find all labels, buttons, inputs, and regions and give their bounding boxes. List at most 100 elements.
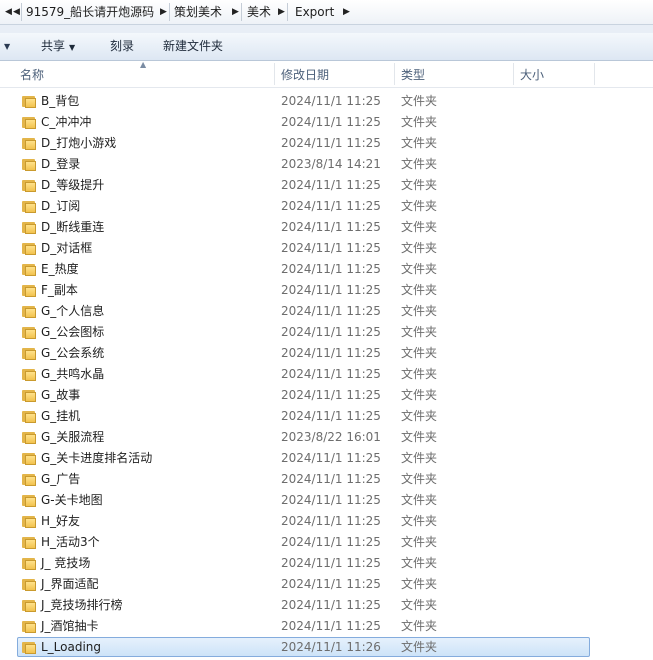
- folder-icon: [22, 599, 36, 612]
- file-modified-date: 2024/11/1 11:25: [281, 409, 381, 423]
- sort-ascending-icon: ▲: [140, 60, 147, 69]
- breadcrumb-item-art[interactable]: 美术: [247, 0, 271, 24]
- file-name: G_挂机: [41, 409, 81, 423]
- file-row[interactable]: H_活动3个 2024/11/1 11:25 文件夹: [0, 532, 653, 553]
- file-modified-date: 2024/11/1 11:25: [281, 367, 381, 381]
- breadcrumb-overflow-arrow-icon[interactable]: ◀: [5, 0, 12, 24]
- breadcrumb-chevron-icon[interactable]: ▶: [160, 0, 167, 24]
- file-type: 文件夹: [401, 493, 438, 507]
- file-name: G_故事: [41, 388, 81, 402]
- file-modified-date: 2024/11/1 11:25: [281, 598, 381, 612]
- file-row[interactable]: G_挂机 2024/11/1 11:25 文件夹: [0, 406, 653, 427]
- breadcrumb-chevron-icon[interactable]: ▶: [278, 0, 285, 24]
- column-header-name[interactable]: 名称: [20, 61, 44, 87]
- folder-icon: [22, 368, 36, 381]
- file-type: 文件夹: [401, 220, 438, 234]
- file-name: D_对话框: [41, 241, 93, 255]
- folder-icon: [22, 536, 36, 549]
- file-name: J_酒馆抽卡: [41, 619, 99, 633]
- breadcrumb-chevron-icon[interactable]: ▶: [232, 0, 239, 24]
- burn-button[interactable]: 刻录: [110, 33, 134, 60]
- column-divider[interactable]: [513, 63, 514, 85]
- column-header-size[interactable]: 大小: [520, 61, 544, 87]
- file-name: G_关服流程: [41, 430, 105, 444]
- file-type: 文件夹: [401, 94, 438, 108]
- file-row[interactable]: B_背包 2024/11/1 11:25 文件夹: [0, 91, 653, 112]
- file-row[interactable]: J_竞技场排行榜 2024/11/1 11:25 文件夹: [0, 595, 653, 616]
- file-row[interactable]: G_关服流程 2023/8/22 16:01 文件夹: [0, 427, 653, 448]
- file-row[interactable]: E_热度 2024/11/1 11:25 文件夹: [0, 259, 653, 280]
- column-divider[interactable]: [274, 63, 275, 85]
- file-modified-date: 2024/11/1 11:25: [281, 178, 381, 192]
- folder-icon: [22, 410, 36, 423]
- file-type: 文件夹: [401, 199, 438, 213]
- file-row[interactable]: D_对话框 2024/11/1 11:25 文件夹: [0, 238, 653, 259]
- file-row[interactable]: H_好友 2024/11/1 11:25 文件夹: [0, 511, 653, 532]
- breadcrumb-chevron-icon[interactable]: ▶: [343, 0, 350, 24]
- folder-icon: [22, 347, 36, 360]
- file-row[interactable]: G_公会图标 2024/11/1 11:25 文件夹: [0, 322, 653, 343]
- folder-icon: [22, 578, 36, 591]
- file-row[interactable]: J_ 竞技场 2024/11/1 11:25 文件夹: [0, 553, 653, 574]
- file-row[interactable]: D_订阅 2024/11/1 11:25 文件夹: [0, 196, 653, 217]
- folder-icon: [22, 305, 36, 318]
- file-row[interactable]: G-关卡地图 2024/11/1 11:25 文件夹: [0, 490, 653, 511]
- file-row[interactable]: G_广告 2024/11/1 11:25 文件夹: [0, 469, 653, 490]
- share-label: 共享: [41, 39, 66, 53]
- file-row[interactable]: L_Loading 2024/11/1 11:26 文件夹: [0, 637, 653, 658]
- file-modified-date: 2024/11/1 11:25: [281, 346, 381, 360]
- folder-icon: [22, 494, 36, 507]
- file-modified-date: 2024/11/1 11:25: [281, 472, 381, 486]
- file-name: G_广告: [41, 472, 81, 486]
- file-name: D_登录: [41, 157, 81, 171]
- file-row[interactable]: J_酒馆抽卡 2024/11/1 11:25 文件夹: [0, 616, 653, 637]
- breadcrumb-item-design-art[interactable]: 策划美术: [174, 0, 222, 24]
- organize-dropdown-arrow-icon[interactable]: ▼: [4, 33, 10, 60]
- folder-icon: [22, 431, 36, 444]
- file-name: G_公会图标: [41, 325, 105, 339]
- file-row[interactable]: G_关卡进度排名活动 2024/11/1 11:25 文件夹: [0, 448, 653, 469]
- file-row[interactable]: D_等级提升 2024/11/1 11:25 文件夹: [0, 175, 653, 196]
- file-name: H_好友: [41, 514, 81, 528]
- folder-icon: [22, 641, 36, 654]
- file-row[interactable]: D_断线重连 2024/11/1 11:25 文件夹: [0, 217, 653, 238]
- folder-icon: [22, 221, 36, 234]
- file-row[interactable]: C_冲冲冲 2024/11/1 11:25 文件夹: [0, 112, 653, 133]
- file-row[interactable]: F_副本 2024/11/1 11:25 文件夹: [0, 280, 653, 301]
- file-row[interactable]: G_个人信息 2024/11/1 11:25 文件夹: [0, 301, 653, 322]
- file-row[interactable]: G_故事 2024/11/1 11:25 文件夹: [0, 385, 653, 406]
- file-modified-date: 2024/11/1 11:25: [281, 325, 381, 339]
- folder-icon: [22, 263, 36, 276]
- file-modified-date: 2024/11/1 11:25: [281, 241, 381, 255]
- folder-icon: [22, 95, 36, 108]
- breadcrumb-overflow-arrow-icon[interactable]: ◀: [13, 0, 20, 24]
- command-toolbar: ▼ 共享 ▼ 刻录 新建文件夹: [0, 33, 653, 61]
- divider: [287, 3, 288, 21]
- folder-icon: [22, 200, 36, 213]
- column-header-date[interactable]: 修改日期: [281, 61, 329, 87]
- new-folder-button[interactable]: 新建文件夹: [163, 33, 223, 60]
- file-name: F_副本: [41, 283, 78, 297]
- folder-icon: [22, 326, 36, 339]
- folder-icon: [22, 242, 36, 255]
- file-type: 文件夹: [401, 157, 438, 171]
- file-row[interactable]: D_登录 2023/8/14 14:21 文件夹: [0, 154, 653, 175]
- breadcrumb-item-root[interactable]: 91579_船长请开炮源码: [26, 0, 154, 24]
- folder-icon: [22, 179, 36, 192]
- file-type: 文件夹: [401, 115, 438, 129]
- file-row[interactable]: G_公会系统 2024/11/1 11:25 文件夹: [0, 343, 653, 364]
- file-row[interactable]: G_共鸣水晶 2024/11/1 11:25 文件夹: [0, 364, 653, 385]
- file-modified-date: 2024/11/1 11:25: [281, 577, 381, 591]
- file-row[interactable]: D_打炮小游戏 2024/11/1 11:25 文件夹: [0, 133, 653, 154]
- share-button[interactable]: 共享 ▼: [41, 33, 75, 60]
- column-header-type[interactable]: 类型: [401, 61, 425, 87]
- column-divider[interactable]: [394, 63, 395, 85]
- chevron-down-icon: ▼: [69, 43, 76, 52]
- file-row[interactable]: J_界面适配 2024/11/1 11:25 文件夹: [0, 574, 653, 595]
- file-modified-date: 2024/11/1 11:25: [281, 220, 381, 234]
- column-divider[interactable]: [594, 63, 595, 85]
- divider: [21, 3, 22, 21]
- breadcrumb-item-export[interactable]: Export: [295, 0, 334, 24]
- file-type: 文件夹: [401, 556, 438, 570]
- file-modified-date: 2024/11/1 11:25: [281, 493, 381, 507]
